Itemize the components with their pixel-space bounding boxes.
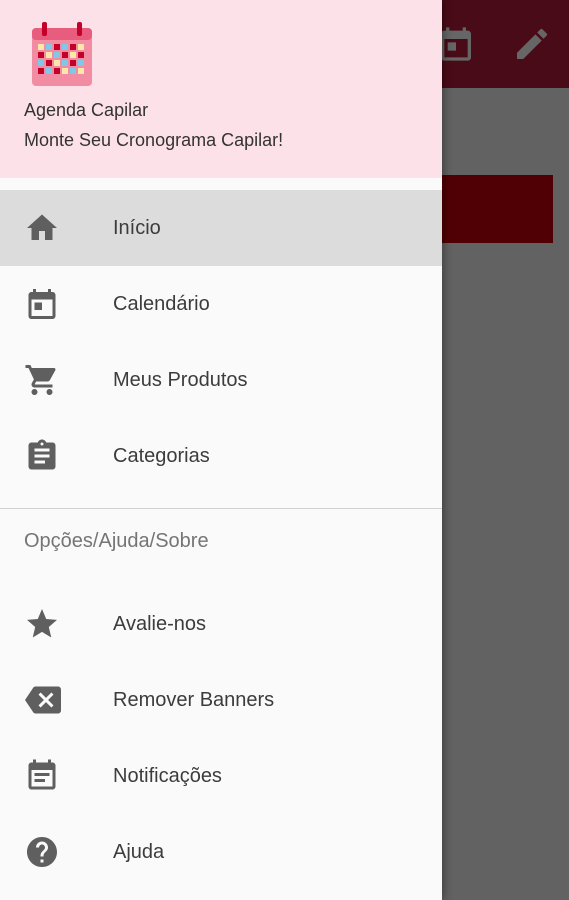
- menu-item-notificacoes[interactable]: Notificações: [0, 738, 442, 814]
- home-icon: [24, 210, 60, 246]
- menu-item-ajuda[interactable]: Ajuda: [0, 814, 442, 890]
- navigation-drawer: Agenda Capilar Monte Seu Cronograma Capi…: [0, 0, 442, 900]
- menu-item-label: Notificações: [113, 765, 222, 787]
- menu-item-calendario[interactable]: Calendário: [0, 266, 442, 342]
- menu-item-categorias[interactable]: Categorias: [0, 418, 442, 494]
- event-note-icon: [24, 758, 60, 794]
- clipboard-icon: [24, 438, 60, 474]
- menu-item-label: Meus Produtos: [113, 369, 248, 391]
- menu-item-meus-produtos[interactable]: Meus Produtos: [0, 342, 442, 418]
- calendar-icon: [24, 286, 60, 322]
- menu-item-label: Ajuda: [113, 841, 165, 863]
- menu-item-label: Avalie-nos: [113, 613, 207, 635]
- section-header: Opções/Ajuda/Sobre: [24, 530, 209, 552]
- menu-item-label: Início: [113, 217, 161, 239]
- menu-item-label: Calendário: [113, 293, 210, 315]
- shopping-cart-icon: [24, 362, 60, 398]
- help-icon: [24, 834, 60, 870]
- drawer-header: Agenda Capilar Monte Seu Cronograma Capi…: [0, 0, 442, 178]
- drawer-title: Agenda Capilar: [24, 100, 149, 120]
- drawer-subtitle: Monte Seu Cronograma Capilar!: [24, 130, 284, 150]
- divider: [0, 508, 442, 509]
- star-icon: [24, 606, 60, 642]
- menu-item-inicio[interactable]: Início: [0, 190, 442, 266]
- menu-item-label: Categorias: [113, 445, 210, 467]
- calendar-logo-icon: [32, 22, 92, 86]
- menu-item-label: Remover Banners: [113, 689, 275, 711]
- backspace-icon: [24, 682, 61, 718]
- menu-item-avalie-nos[interactable]: Avalie-nos: [0, 586, 442, 662]
- menu-item-remover-banners[interactable]: Remover Banners: [0, 662, 442, 738]
